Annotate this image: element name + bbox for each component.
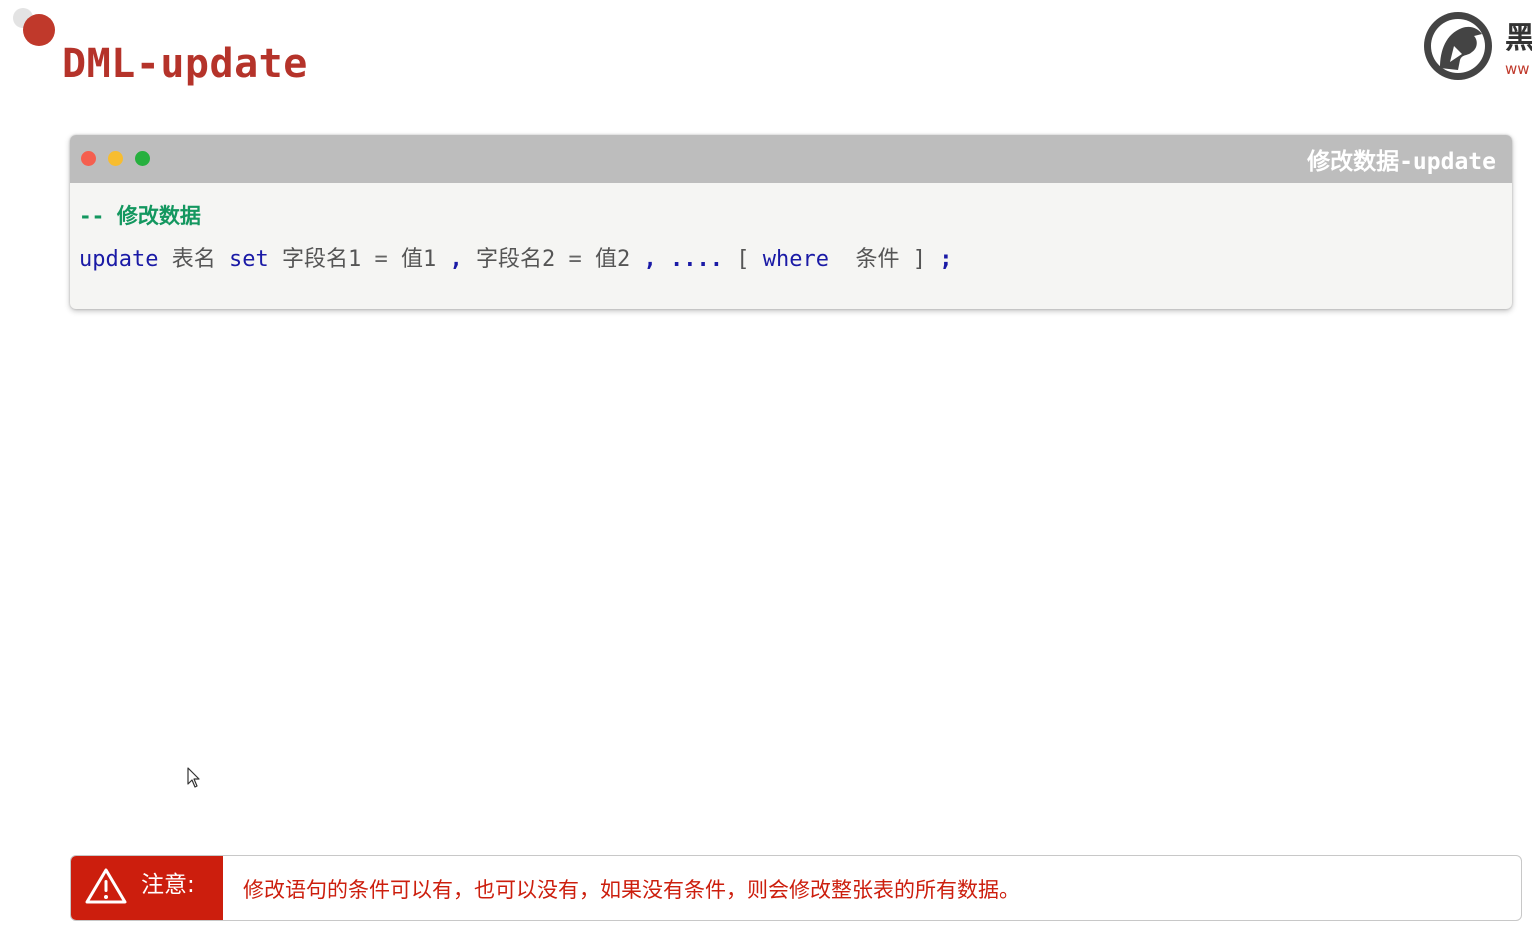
comma-2: , [643,247,657,272]
logo-text: 黑 [1505,21,1532,56]
note-text: 修改语句的条件可以有，也可以没有，如果没有条件，则会修改整张表的所有数据。 [243,878,1020,902]
condition: 条件 [855,247,900,272]
equals-2: = [568,247,582,272]
table-name: 表名 [171,247,216,272]
close-bracket: ] [912,247,926,272]
note-label-box: 注意: [71,856,223,920]
open-bracket: [ [736,247,750,272]
mouse-pointer-icon [187,767,201,793]
value-2: 值2 [595,247,631,272]
note-label: 注意: [141,872,195,898]
keyword-update: update [79,247,159,272]
close-window-button[interactable] [81,151,96,166]
note-callout: 注意: 修改语句的条件可以有，也可以没有，如果没有条件，则会修改整张表的所有数据… [70,855,1522,921]
comma-1: , [449,247,463,272]
value-1: 值1 [401,247,437,272]
minimize-window-button[interactable] [108,151,123,166]
field-name-1: 字段名1 [282,247,362,272]
logo-subtext: ww [1505,60,1530,78]
title-bullet [23,14,55,46]
field-name-2: 字段名2 [476,247,556,272]
page-title: DML-update [62,41,308,87]
window-title: 修改数据-update [1307,149,1496,175]
horse-head-logo-icon [1424,12,1492,80]
brand-logo: 黑 ww [1418,10,1532,84]
maximize-window-button[interactable] [135,151,150,166]
equals-1: = [374,247,388,272]
warning-icon [84,866,128,910]
semicolon: ; [939,247,953,272]
keyword-set: set [229,247,269,272]
code-comment: -- 修改数据 [79,204,201,228]
code-window: 修改数据-update -- 修改数据 update 表名 set 字段名1 =… [70,135,1512,309]
keyword-where: where [762,247,829,272]
ellipsis: .... [670,247,723,272]
window-titlebar: 修改数据-update [70,135,1512,183]
sql-statement: update 表名 set 字段名1 = 值1 , 字段名2 = 值2 , ..… [79,243,952,277]
